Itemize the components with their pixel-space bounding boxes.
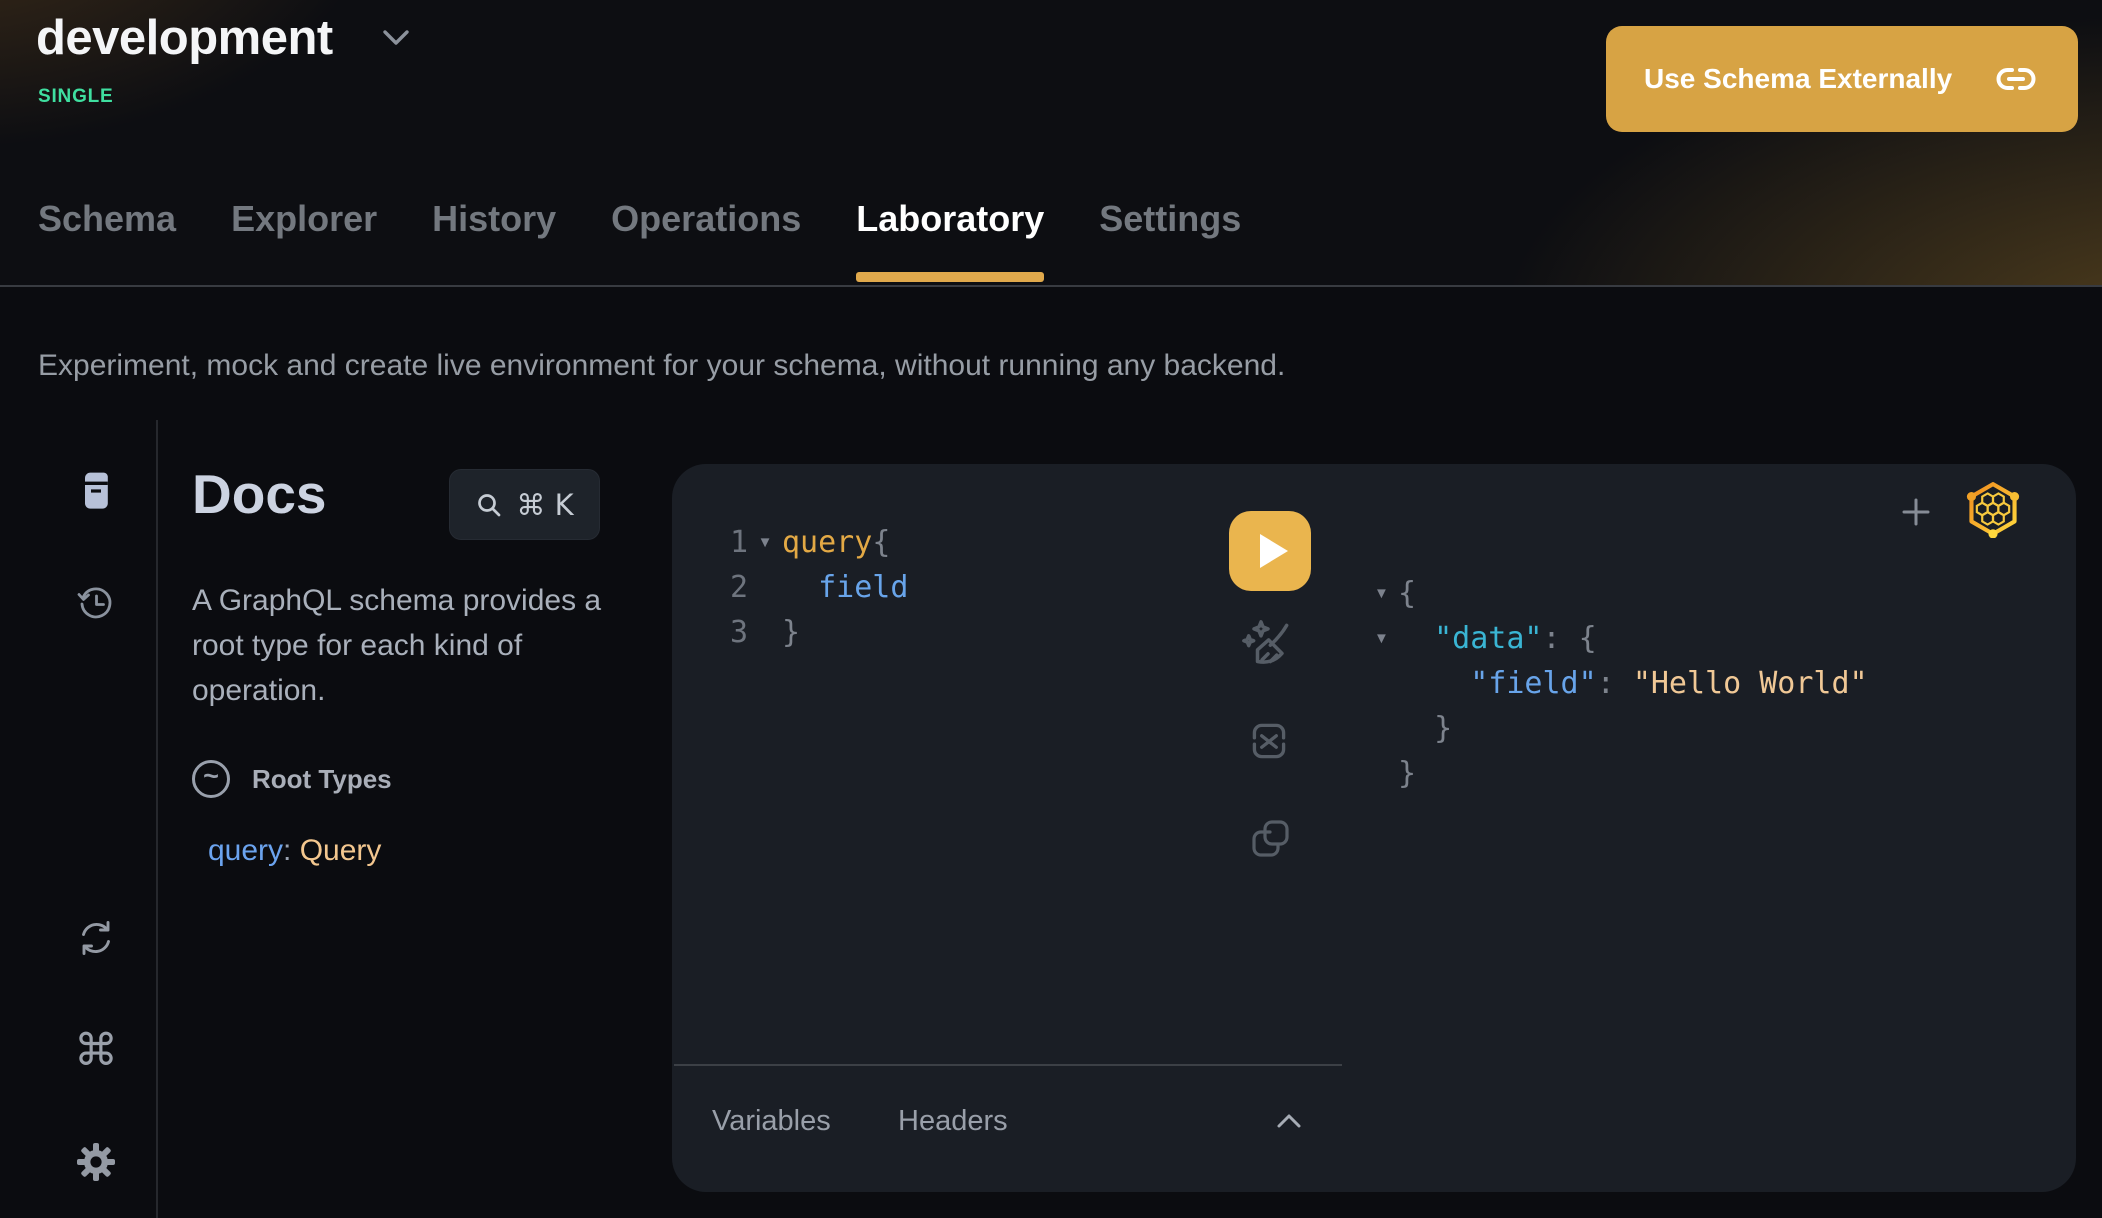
hive-hexagon-icon bbox=[1964, 480, 2022, 538]
sidebar-item-reload-schema[interactable] bbox=[74, 916, 118, 960]
code-text: field bbox=[782, 570, 908, 605]
tab-schema[interactable]: Schema bbox=[38, 197, 176, 282]
prettify-broom-icon bbox=[1240, 616, 1296, 672]
code-line: ▼ "data": { bbox=[1374, 616, 1868, 661]
tab-history[interactable]: History bbox=[432, 197, 556, 282]
sidebar-item-shortcuts[interactable]: ⌘ bbox=[74, 1029, 118, 1073]
keyboard-shortcuts-icon: ⌘ bbox=[74, 1029, 118, 1073]
copy-icon bbox=[1246, 814, 1294, 862]
root-types-header: ~ Root Types bbox=[192, 760, 392, 798]
code-line: 1▼query{ bbox=[672, 520, 908, 565]
tab-operations[interactable]: Operations bbox=[611, 197, 801, 282]
single-badge: SINGLE bbox=[38, 86, 114, 108]
copy-query-button[interactable] bbox=[1246, 814, 1294, 862]
use-schema-externally-button[interactable]: Use Schema Externally bbox=[1606, 26, 2078, 132]
reload-schema-icon bbox=[75, 917, 117, 959]
docs-search-button[interactable]: ⌘ K bbox=[449, 469, 600, 540]
line-number: 3 bbox=[672, 615, 748, 650]
code-text: } bbox=[1398, 756, 1416, 791]
page-header: development SINGLE Use Schema Externally… bbox=[0, 0, 2102, 287]
docs-book-icon bbox=[76, 469, 116, 511]
project-title: development bbox=[36, 8, 333, 68]
prettify-button[interactable] bbox=[1238, 614, 1298, 674]
code-text: } bbox=[782, 615, 800, 650]
root-type-query-link[interactable]: query: Query bbox=[208, 834, 381, 868]
laboratory-page: development SINGLE Use Schema Externally… bbox=[0, 0, 2102, 1218]
chevron-down-icon bbox=[379, 26, 413, 50]
code-text: { bbox=[1398, 576, 1416, 611]
query-editor[interactable]: 1▼query{2 field3} bbox=[672, 520, 908, 655]
fold-toggle-icon[interactable]: ▼ bbox=[1374, 630, 1398, 647]
code-text: } bbox=[1398, 711, 1452, 746]
headers-tab[interactable]: Headers bbox=[898, 1105, 1008, 1138]
tab-explorer[interactable]: Explorer bbox=[231, 197, 377, 282]
code-line: 2 field bbox=[672, 565, 908, 610]
root-separator: : bbox=[283, 834, 300, 867]
root-types-label: Root Types bbox=[252, 764, 392, 795]
response-viewer: ▼{▼ "data": { "field": "Hello World" }} bbox=[1374, 571, 1868, 796]
history-icon bbox=[75, 582, 117, 624]
root-type-name: Query bbox=[300, 834, 382, 867]
plus-icon bbox=[1897, 493, 1935, 531]
tab-laboratory[interactable]: Laboratory bbox=[856, 197, 1044, 282]
editor-footer-divider bbox=[674, 1064, 1342, 1066]
root-types-icon: ~ bbox=[192, 760, 230, 798]
variables-tab[interactable]: Variables bbox=[712, 1105, 831, 1138]
code-line: } bbox=[1374, 706, 1868, 751]
line-number: 2 bbox=[672, 570, 748, 605]
line-number: 1 bbox=[672, 525, 748, 560]
docs-description: A GraphQL schema provides a root type fo… bbox=[192, 578, 652, 713]
link-icon bbox=[1992, 55, 2040, 103]
code-line: 3} bbox=[672, 610, 908, 655]
merge-icon bbox=[1244, 716, 1294, 766]
root-field-name: query bbox=[208, 834, 283, 867]
collapse-editor-tools-button[interactable] bbox=[1272, 1104, 1306, 1138]
fold-toggle-icon[interactable]: ▼ bbox=[1374, 585, 1398, 602]
sidebar-item-settings[interactable] bbox=[74, 1140, 118, 1184]
add-tab-button[interactable] bbox=[1894, 490, 1938, 534]
code-line: } bbox=[1374, 751, 1868, 796]
code-text: "data": { bbox=[1398, 621, 1597, 656]
play-icon bbox=[1260, 534, 1288, 568]
use-schema-externally-label: Use Schema Externally bbox=[1644, 63, 1952, 95]
code-line: ▼{ bbox=[1374, 571, 1868, 616]
sidebar-item-docs[interactable] bbox=[74, 468, 118, 512]
graphiql-panel: 1▼query{2 field3} bbox=[672, 464, 2076, 1192]
tab-bar: Schema Explorer History Operations Labor… bbox=[38, 197, 1241, 282]
project-selector[interactable]: development bbox=[36, 8, 413, 68]
sidebar-item-history[interactable] bbox=[74, 581, 118, 625]
fold-toggle-icon[interactable]: ▼ bbox=[748, 534, 782, 551]
page-subtitle: Experiment, mock and create live environ… bbox=[38, 349, 1285, 383]
docs-title: Docs bbox=[192, 462, 327, 526]
sidebar-divider bbox=[156, 420, 158, 1218]
search-icon bbox=[475, 491, 503, 519]
graphql-hive-logo[interactable] bbox=[1964, 480, 2022, 538]
execute-query-button[interactable] bbox=[1229, 511, 1311, 591]
chevron-up-icon bbox=[1274, 1110, 1304, 1132]
merge-fragments-button[interactable] bbox=[1244, 716, 1294, 766]
code-text: query{ bbox=[782, 525, 890, 560]
settings-gear-icon bbox=[75, 1141, 117, 1183]
tab-settings[interactable]: Settings bbox=[1099, 197, 1241, 282]
search-shortcut-label: ⌘ K bbox=[516, 488, 573, 522]
code-text: "field": "Hello World" bbox=[1398, 666, 1868, 701]
code-line: "field": "Hello World" bbox=[1374, 661, 1868, 706]
